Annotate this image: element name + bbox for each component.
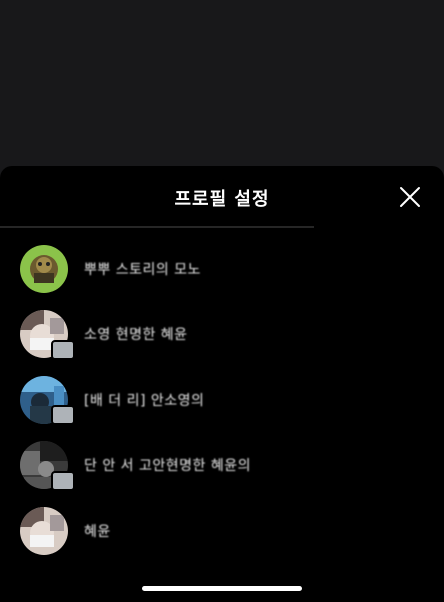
profile-item[interactable]: 단 안 서 고안현명한 혜윤의 — [0, 433, 444, 499]
avatar — [20, 506, 68, 555]
close-icon[interactable] — [398, 185, 422, 209]
profile-badge — [51, 339, 75, 360]
sheet-header: 프로필 설정 — [0, 166, 444, 228]
profile-item[interactable]: 뿌뿌 스토리의 모노 — [0, 236, 444, 302]
profile-item[interactable]: 혜윤 — [0, 498, 444, 564]
header-divider — [0, 226, 314, 228]
profile-settings-sheet: 프로필 설정 뿌뿌 스토리의 모노 소영 현명한 혜윤 [배 더 리] 안소영의… — [0, 166, 444, 602]
profile-item[interactable]: [배 더 리] 안소영의 — [0, 367, 444, 433]
profile-name: [배 더 리] 안소영의 — [84, 392, 205, 409]
profile-name: 뿌뿌 스토리의 모노 — [84, 261, 201, 278]
profile-name: 소영 현명한 혜윤 — [84, 327, 188, 344]
profile-list: 뿌뿌 스토리의 모노 소영 현명한 혜윤 [배 더 리] 안소영의 단 안 서 … — [0, 236, 444, 564]
profile-badge — [51, 470, 75, 491]
profile-badge — [51, 405, 75, 425]
avatar — [20, 244, 68, 293]
profile-name: 혜윤 — [84, 523, 111, 540]
profile-name: 단 안 서 고안현명한 혜윤의 — [84, 458, 251, 475]
home-indicator[interactable] — [142, 586, 302, 591]
backdrop[interactable] — [0, 0, 444, 168]
sheet-title: 프로필 설정 — [174, 189, 270, 210]
profile-item[interactable]: 소영 현명한 혜윤 — [0, 302, 444, 368]
